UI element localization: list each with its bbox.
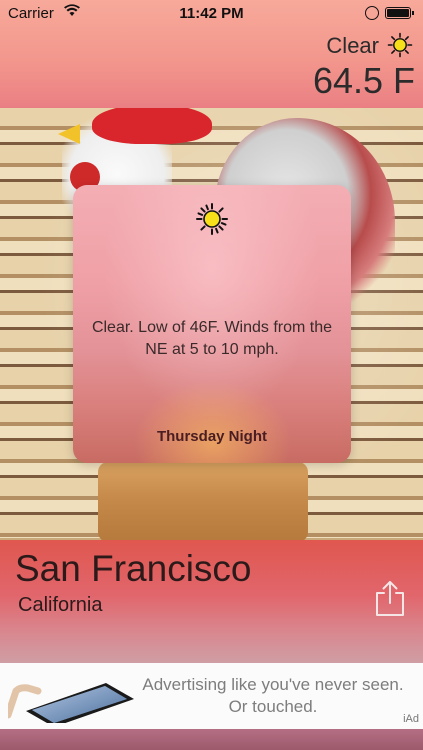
orientation-lock-icon xyxy=(365,6,379,20)
share-icon[interactable] xyxy=(374,579,406,617)
current-weather-header: Carrier 11:42 PM Clear 64.5 F xyxy=(0,0,423,108)
forecast-card[interactable]: Clear. Low of 46F. Winds from the NE at … xyxy=(73,185,351,463)
ad-line-2: Or touched. xyxy=(228,697,318,716)
city-name: San Francisco xyxy=(15,548,252,589)
sun-icon xyxy=(195,202,229,241)
rooster-comb xyxy=(92,104,212,144)
current-condition: Clear xyxy=(326,33,379,58)
bottom-strip xyxy=(0,729,423,750)
wooden-base xyxy=(98,462,308,542)
current-temperature: 64.5 F xyxy=(312,60,415,101)
ad-banner[interactable]: Advertising like you've never seen. Or t… xyxy=(0,663,423,729)
state-name: California xyxy=(18,594,103,616)
iad-badge: iAd xyxy=(403,713,419,725)
status-bar: Carrier 11:42 PM xyxy=(0,0,423,28)
rooster-beak xyxy=(58,124,80,144)
forecast-description: Clear. Low of 46F. Winds from the NE at … xyxy=(91,319,333,358)
status-time: 11:42 PM xyxy=(179,5,244,22)
ipad-image xyxy=(4,671,138,727)
ad-text: Advertising like you've never seen. Or t… xyxy=(138,674,408,718)
battery-icon xyxy=(385,7,414,19)
ad-line-1: Advertising like you've never seen. xyxy=(142,675,404,694)
sun-icon xyxy=(387,32,413,63)
forecast-period: Thursday Night xyxy=(156,428,267,445)
